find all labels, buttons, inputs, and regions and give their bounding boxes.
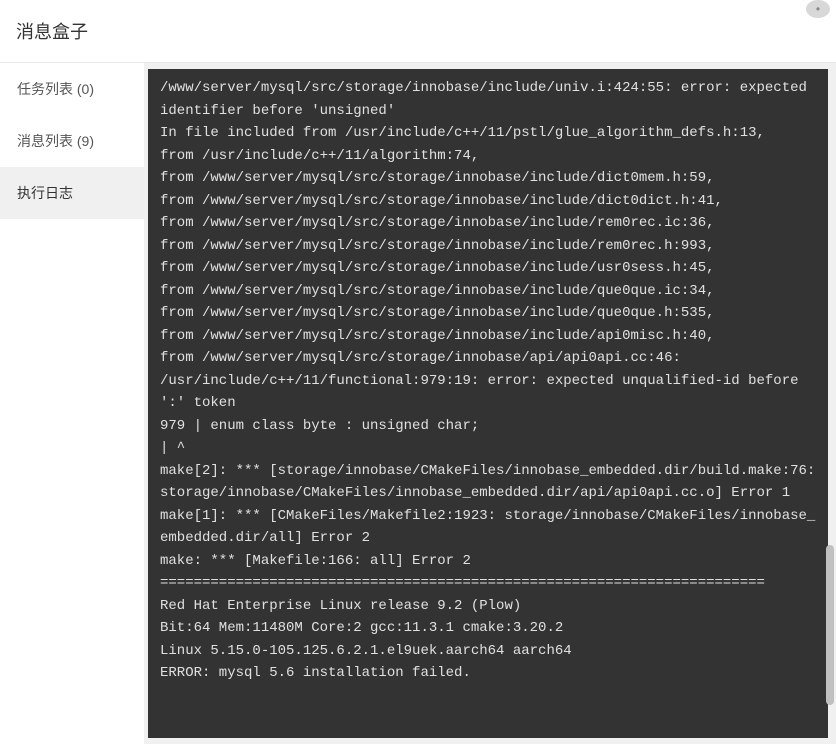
main-panel: /www/server/mysql/src/storage/innobase/i… <box>144 63 836 744</box>
log-output[interactable]: /www/server/mysql/src/storage/innobase/i… <box>148 69 828 738</box>
sidebar: 任务列表 (0) 消息列表 (9) 执行日志 <box>0 63 144 744</box>
sidebar-item-label: 执行日志 <box>17 185 73 201</box>
sidebar-item-message-list[interactable]: 消息列表 (9) <box>0 115 144 167</box>
sidebar-item-exec-log[interactable]: 执行日志 <box>0 167 144 219</box>
help-icon[interactable]: • <box>806 0 830 18</box>
sidebar-item-label: 消息列表 (9) <box>17 133 94 149</box>
scrollbar-track <box>826 69 834 738</box>
sidebar-item-task-list[interactable]: 任务列表 (0) <box>0 63 144 115</box>
sidebar-item-label: 任务列表 (0) <box>17 81 94 97</box>
page-title: 消息盒子 <box>0 0 836 63</box>
main-container: 任务列表 (0) 消息列表 (9) 执行日志 /www/server/mysql… <box>0 63 836 744</box>
header-title-text: 消息盒子 <box>16 22 88 42</box>
scrollbar-thumb[interactable] <box>826 545 834 705</box>
